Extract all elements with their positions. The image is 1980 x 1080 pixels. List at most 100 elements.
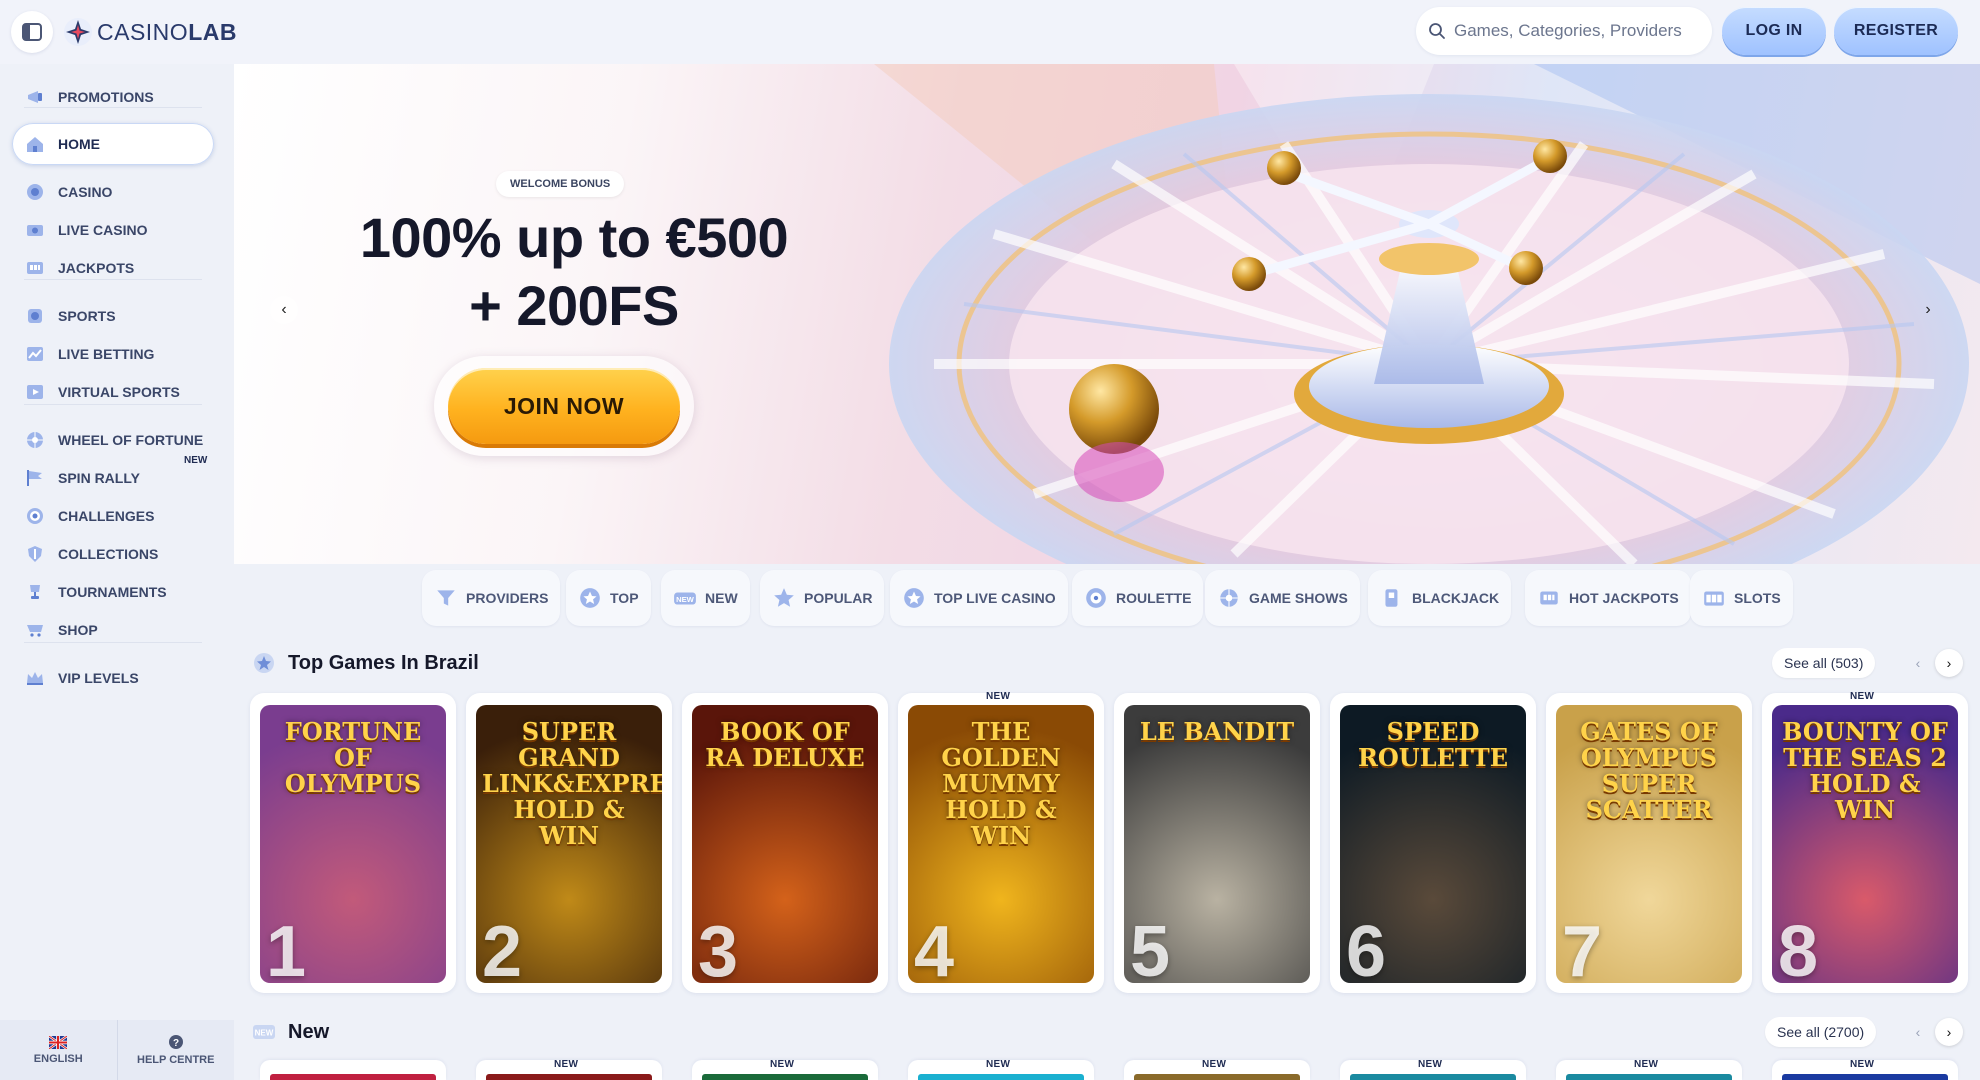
game-card[interactable]: LE BANDIT 5: [1114, 693, 1320, 993]
game-card[interactable]: BOOK OF RA DELUXE 3: [682, 693, 888, 993]
new-badge: NEW: [1850, 1059, 1875, 1070]
register-button[interactable]: REGISTER: [1834, 7, 1958, 55]
game-rank: 4: [914, 912, 955, 983]
category-chip-hot-jackpots[interactable]: HOT JACKPOTS: [1525, 570, 1691, 626]
game-card[interactable]: GATES OF OLYMPUS SUPER SCATTER 7: [1546, 693, 1752, 993]
category-chip-game-shows[interactable]: GAME SHOWS: [1205, 570, 1360, 626]
category-chip-providers[interactable]: PROVIDERS: [422, 570, 561, 626]
join-now-wrapper: JOIN NOW: [434, 356, 694, 456]
game-thumbnail[interactable]: [702, 1074, 868, 1080]
game-card[interactable]: BOUNTY OF THE SEAS 2 HOLD & WIN 8: [1762, 693, 1968, 993]
game-thumbnail[interactable]: [918, 1074, 1084, 1080]
login-button[interactable]: LOG IN: [1722, 7, 1826, 55]
sidebar-item-tournaments[interactable]: TOURNAMENTS: [12, 571, 214, 613]
sidebar-toggle-button[interactable]: [11, 11, 53, 53]
game-thumbnail[interactable]: SUPER GRAND LINK&EXPRESS HOLD & WIN 2: [476, 705, 662, 983]
sidebar-item-virtual-sports[interactable]: VIRTUAL SPORTS: [12, 371, 214, 413]
game-title: BOUNTY OF THE SEAS 2 HOLD & WIN: [1782, 717, 1948, 824]
star-badge-icon: [902, 586, 926, 610]
ball-icon: [24, 305, 46, 327]
category-chip-slots[interactable]: SLOTS: [1690, 570, 1793, 626]
game-thumbnail[interactable]: GATES OF OLYMPUS SUPER SCATTER 7: [1556, 705, 1742, 983]
category-chip-label: NEW: [705, 590, 738, 606]
hero-prev-button[interactable]: ‹: [270, 296, 298, 324]
svg-text:NEW: NEW: [676, 595, 695, 604]
sidebar-toggle-icon: [22, 23, 42, 41]
game-thumbnail[interactable]: LE BANDIT 5: [1124, 705, 1310, 983]
new-games-next-button[interactable]: ›: [1935, 1018, 1963, 1046]
casinolab-logo[interactable]: CASINOLAB: [63, 17, 237, 47]
game-thumbnail[interactable]: [1350, 1074, 1516, 1080]
search-input[interactable]: [1454, 21, 1704, 41]
sidebar-item-promotions[interactable]: PROMOTIONS: [12, 76, 214, 118]
join-now-button[interactable]: JOIN NOW: [448, 368, 680, 444]
category-chip-label: PROVIDERS: [466, 590, 549, 606]
sidebar-item-label: HOME: [58, 136, 100, 152]
search-box[interactable]: [1416, 7, 1712, 55]
category-chip-top-live-casino[interactable]: TOP LIVE CASINO: [890, 570, 1068, 626]
sidebar-item-label: PROMOTIONS: [58, 89, 154, 105]
sidebar-item-vip-levels[interactable]: VIP LEVELS: [12, 657, 214, 699]
game-title: LE BANDIT: [1139, 717, 1295, 746]
trophy-icon: [24, 581, 46, 603]
category-chip-label: GAME SHOWS: [1249, 590, 1348, 606]
chevron-right-icon: ›: [1925, 301, 1931, 318]
sidebar-item-challenges[interactable]: CHALLENGES: [12, 495, 214, 537]
sidebar-item-collections[interactable]: COLLECTIONS: [12, 533, 214, 575]
category-chip-popular[interactable]: POPULAR: [760, 570, 885, 626]
category-chip-blackjack[interactable]: BLACKJACK: [1368, 570, 1512, 626]
game-thumbnail[interactable]: FORTUNE OF OLYMPUS 1: [260, 705, 446, 983]
help-centre-button[interactable]: ? HELP CENTRE: [116, 1020, 235, 1080]
category-chip-label: BLACKJACK: [1412, 590, 1500, 606]
top-games-next-button[interactable]: ›: [1935, 649, 1963, 677]
sidebar-item-label: LIVE BETTING: [58, 346, 155, 362]
category-chip-label: SLOTS: [1734, 590, 1781, 606]
game-thumbnail[interactable]: [270, 1074, 436, 1080]
sidebar-item-live-casino[interactable]: LIVE CASINO: [12, 209, 214, 251]
category-chip-roulette[interactable]: ROULETTE: [1072, 570, 1204, 626]
svg-text:NEW: NEW: [255, 1029, 274, 1038]
category-chip-new[interactable]: NEW NEW: [661, 570, 750, 626]
target-icon: [24, 505, 46, 527]
game-card[interactable]: [260, 1060, 446, 1080]
game-card[interactable]: SUPER GRAND LINK&EXPRESS HOLD & WIN 2: [466, 693, 672, 993]
language-selector[interactable]: ENGLISH: [0, 1020, 117, 1080]
logo-star-icon: [64, 18, 92, 46]
sidebar-item-sports[interactable]: SPORTS: [12, 295, 214, 337]
new-games-see-all-link[interactable]: See all (2700): [1765, 1017, 1877, 1047]
top-games-see-all-link[interactable]: See all (503): [1772, 648, 1876, 678]
hero-next-button[interactable]: ›: [1914, 296, 1942, 324]
category-chip-top[interactable]: TOP: [566, 570, 651, 626]
funnel-icon: [434, 586, 458, 610]
new-badge: NEW: [1418, 1059, 1443, 1070]
sidebar-item-jackpots[interactable]: JACKPOTS: [12, 247, 214, 289]
game-title: SUPER GRAND LINK&EXPRESS HOLD & WIN: [482, 717, 662, 850]
hero-banner[interactable]: WELCOME BONUS 100% up to €500 + 200FS JO…: [234, 64, 1980, 564]
sidebar-item-home[interactable]: HOME: [12, 123, 214, 165]
sidebar-item-casino[interactable]: CASINO: [12, 171, 214, 213]
sidebar-item-shop[interactable]: SHOP: [12, 609, 214, 651]
svg-text:?: ?: [173, 1038, 179, 1049]
sidebar-item-live-betting[interactable]: LIVE BETTING: [12, 333, 214, 375]
category-chip-label: POPULAR: [804, 590, 873, 606]
top-games-prev-button[interactable]: ‹: [1904, 649, 1932, 677]
new-badge: NEW: [554, 1059, 579, 1070]
game-thumbnail[interactable]: [1134, 1074, 1300, 1080]
language-label: ENGLISH: [33, 1052, 83, 1065]
sidebar-item-label: CASINO: [58, 184, 113, 200]
category-chip-label: ROULETTE: [1116, 590, 1192, 606]
game-card[interactable]: SPEED ROULETTE 6: [1330, 693, 1536, 993]
game-rank: 6: [1346, 912, 1387, 983]
game-thumbnail[interactable]: THE GOLDEN MUMMY HOLD & WIN 4: [908, 705, 1094, 983]
game-thumbnail[interactable]: [486, 1074, 652, 1080]
new-games-prev-button[interactable]: ‹: [1904, 1018, 1932, 1046]
game-thumbnail[interactable]: SPEED ROULETTE 6: [1340, 705, 1526, 983]
game-card[interactable]: FORTUNE OF OLYMPUS 1: [250, 693, 456, 993]
game-thumbnail[interactable]: [1782, 1074, 1948, 1080]
game-thumbnail[interactable]: BOOK OF RA DELUXE 3: [692, 705, 878, 983]
play-icon: [24, 381, 46, 403]
game-thumbnail[interactable]: [1566, 1074, 1732, 1080]
game-thumbnail[interactable]: BOUNTY OF THE SEAS 2 HOLD & WIN 8: [1772, 705, 1958, 983]
game-card[interactable]: THE GOLDEN MUMMY HOLD & WIN 4: [898, 693, 1104, 993]
chart-icon: [24, 343, 46, 365]
